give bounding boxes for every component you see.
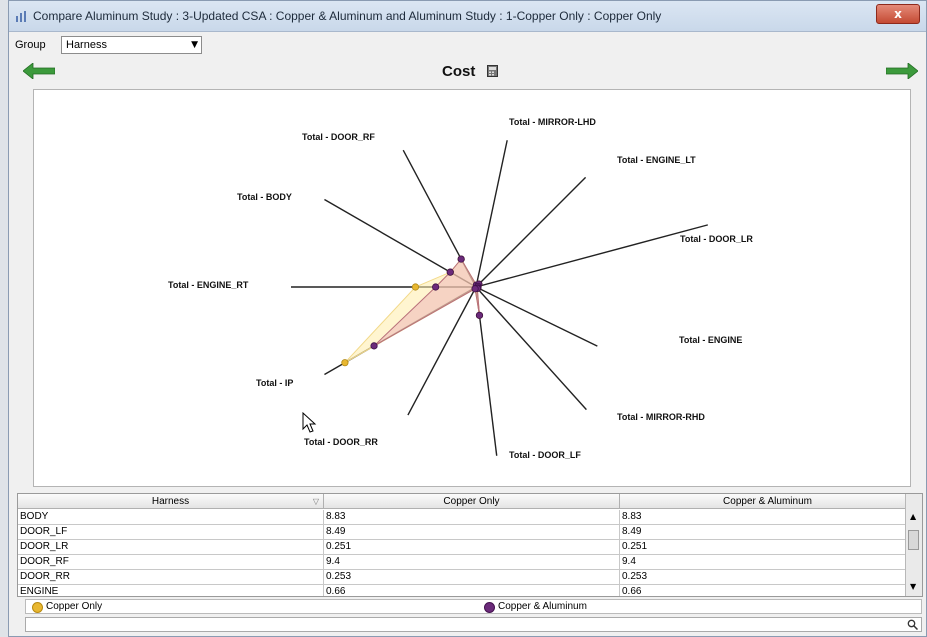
column-header-copper-only[interactable]: Copper Only [324, 494, 620, 509]
radar-chart: Total - MIRROR-LHD Total - ENGINE_LT Total… [168, 117, 753, 460]
data-point [446, 268, 454, 276]
data-point [432, 283, 440, 291]
column-header-harness[interactable]: Harness ▽ [18, 494, 324, 509]
chart-title: Cost [442, 63, 476, 80]
harness-cell: ENGINE [18, 585, 324, 596]
search-icon[interactable] [907, 619, 918, 630]
table-row[interactable]: DOOR_LF 8.49 8.49 [18, 525, 916, 540]
copper-only-cell: 8.49 [324, 525, 620, 539]
next-arrow-icon[interactable] [886, 63, 918, 79]
harness-cell: BODY [18, 510, 324, 524]
copper-only-cell: 9.4 [324, 555, 620, 569]
axis-label: Total - ENGINE [679, 335, 742, 345]
copper-only-cell: 0.66 [324, 585, 620, 596]
axis-label: Total - DOOR_LR [680, 234, 753, 244]
sort-icon: ▽ [312, 497, 319, 506]
copper-aluminum-cell: 0.66 [620, 585, 916, 596]
table-scrollbar[interactable]: ▲ ▼ [905, 494, 922, 596]
radar-spoke [475, 286, 598, 347]
chevron-down-icon: ▼ [191, 40, 198, 50]
data-point [457, 255, 465, 263]
previous-arrow-icon[interactable] [23, 63, 55, 79]
legend-label-copper-aluminum: Copper & Aluminum [498, 601, 587, 612]
copper-aluminum-cell: 9.4 [620, 555, 916, 569]
compare-window: Compare Aluminum Study : 3-Updated CSA :… [8, 0, 927, 637]
search-input[interactable] [25, 617, 922, 632]
close-button[interactable]: x [876, 4, 920, 24]
axis-label: Total - DOOR_RR [304, 437, 378, 447]
harness-cell: DOOR_RR [18, 570, 324, 584]
axis-label: Total - BODY [237, 192, 292, 202]
axis-label: Total - DOOR_RF [302, 132, 375, 142]
copper-only-cell: 0.251 [324, 540, 620, 554]
data-point [370, 342, 378, 350]
data-point [411, 283, 420, 291]
copper-aluminum-cell: 0.253 [620, 570, 916, 584]
harness-cell: DOOR_LF [18, 525, 324, 539]
copper-only-cell: 0.253 [324, 570, 620, 584]
radar-chart-panel: Total - MIRROR-LHD Total - ENGINE_LT Total… [33, 89, 911, 487]
copper-only-legend-dot [32, 602, 43, 613]
copper-aluminum-cell: 8.49 [620, 525, 916, 539]
radar-spoke [475, 140, 508, 288]
table-row[interactable]: DOOR_RR 0.253 0.253 [18, 570, 916, 585]
axis-label: Total - MIRROR-RHD [617, 412, 705, 422]
table-row[interactable]: DOOR_RF 9.4 9.4 [18, 555, 916, 570]
axis-label: Total - ENGINE_LT [617, 155, 696, 165]
radar-spoke [475, 176, 587, 288]
title-bar: Compare Aluminum Study : 3-Updated CSA :… [9, 1, 926, 32]
scroll-up-icon[interactable]: ▲ [910, 512, 916, 521]
scroll-down-icon[interactable]: ▼ [910, 582, 916, 591]
data-point [341, 359, 349, 367]
group-dropdown-value: Harness [66, 39, 107, 51]
group-label: Group [15, 39, 46, 51]
copper-aluminum-cell: 8.83 [620, 510, 916, 524]
table-row[interactable]: DOOR_LR 0.251 0.251 [18, 540, 916, 555]
copper-aluminum-legend-dot [484, 602, 495, 613]
calculator-icon[interactable] [487, 65, 498, 77]
harness-cell: DOOR_LR [18, 540, 324, 554]
data-point [475, 311, 484, 319]
copper-only-cell: 8.83 [324, 510, 620, 524]
axis-label: Total - IP [256, 378, 293, 388]
scroll-thumb[interactable] [908, 530, 919, 550]
table-row[interactable]: ENGINE 0.66 0.66 [18, 585, 916, 596]
group-row: Group Harness ▼ [9, 33, 926, 57]
header-label: Harness [151, 496, 190, 507]
window-title: Compare Aluminum Study : 3-Updated CSA :… [33, 9, 662, 23]
axis-label: Total - ENGINE_RT [168, 280, 249, 290]
chart-legend: Copper Only Copper & Aluminum [25, 599, 922, 614]
legend-label-copper-only: Copper Only [46, 601, 103, 612]
radar-spoke [475, 224, 709, 288]
radar-spoke [475, 286, 587, 411]
data-table: Harness ▽ Copper Only Copper & Aluminum … [17, 493, 923, 597]
copper-aluminum-cell: 0.251 [620, 540, 916, 554]
mouse-cursor-icon [302, 412, 317, 433]
axis-label: Total - MIRROR-LHD [509, 117, 596, 127]
group-dropdown[interactable]: Harness ▼ [61, 36, 202, 54]
table-row[interactable]: BODY 8.83 8.83 [18, 510, 916, 525]
chart-app-icon [16, 11, 26, 22]
column-header-copper-aluminum[interactable]: Copper & Aluminum [620, 494, 916, 509]
harness-cell: DOOR_RF [18, 555, 324, 569]
data-point [471, 285, 479, 293]
axis-label: Total - DOOR_LF [509, 450, 581, 460]
series-area [373, 258, 480, 347]
